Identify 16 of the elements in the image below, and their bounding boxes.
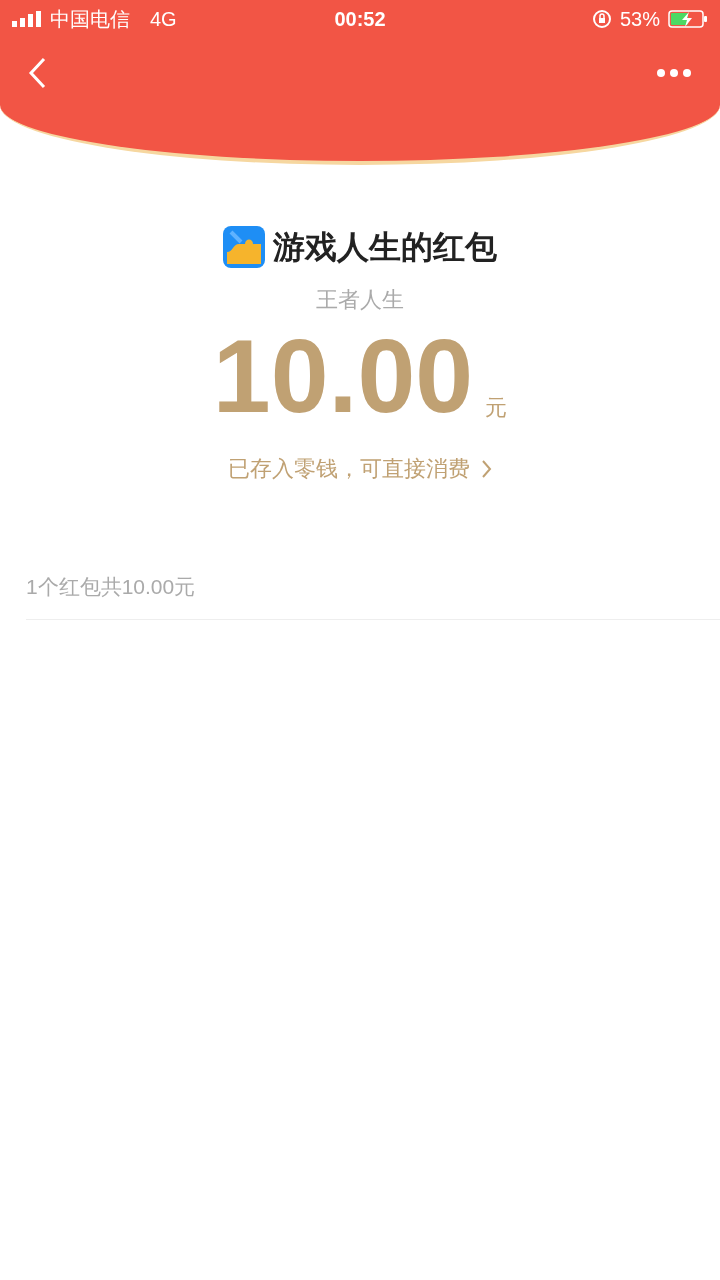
chevron-right-icon xyxy=(482,459,492,478)
currency-unit: 元 xyxy=(485,394,508,422)
summary-text: 1个红包共10.00元 xyxy=(26,575,196,598)
more-button[interactable] xyxy=(656,68,692,78)
carrier-label: 中国电信 xyxy=(50,7,130,32)
puzzle-app-icon xyxy=(223,226,265,268)
battery-percent: 53% xyxy=(619,7,660,32)
charging-battery-icon xyxy=(668,9,708,29)
wallet-link[interactable]: 已存入零钱，可直接消费 xyxy=(228,452,492,485)
network-label: 4G xyxy=(150,7,177,32)
sender-name: 王者人生 xyxy=(316,286,404,314)
envelope-title: 游戏人生的红包 xyxy=(273,228,497,267)
clock: 00:52 xyxy=(334,7,386,32)
amount: 10.00 xyxy=(212,324,474,428)
rotation-lock-icon xyxy=(591,9,612,29)
signal-icon xyxy=(12,11,42,27)
